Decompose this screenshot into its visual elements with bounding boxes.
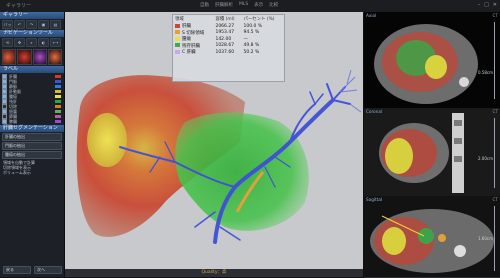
gallery-header[interactable]: ギャラリー (0, 12, 64, 19)
extract-portal-button[interactable]: 門脈の抽出 (2, 142, 62, 150)
sagittal-viewport[interactable]: Sagittal CT 1.60cm (364, 196, 500, 278)
legend-swatch (175, 43, 180, 48)
close-icon[interactable]: ✕ (493, 2, 497, 8)
axial-viewport[interactable]: Axial CT 0.58cm (364, 12, 500, 109)
label-color-swatch[interactable] (55, 100, 61, 103)
label-color-swatch[interactable] (55, 110, 61, 113)
legend-swatch (175, 49, 180, 54)
window-controls: – □ ✕ (478, 2, 497, 8)
coronal-ruler (494, 118, 498, 189)
measure-icon[interactable]: ⟷ (50, 38, 61, 47)
legend-header-row: 領域 容積 (ml) パーセント (%) (173, 15, 284, 23)
legend-region-label: 腫瘍 (182, 37, 191, 43)
maximize-icon[interactable]: □ (484, 2, 489, 8)
preset-thumb-2[interactable] (17, 49, 32, 65)
legend-region-cell: C 肝臓 (173, 49, 213, 56)
label-color-swatch[interactable] (55, 90, 61, 93)
next-button[interactable]: 次へ (34, 266, 62, 274)
sagittal-label: Sagittal (366, 197, 383, 202)
legend-percent-cell: 50.2 % (243, 49, 260, 55)
extract-liver-button[interactable]: 肝臓の抽出 (2, 133, 62, 141)
back-button[interactable]: バック (2, 20, 13, 34)
rotate-icon[interactable]: ⟲ (2, 38, 13, 47)
hepatic-vein-branches (339, 69, 362, 113)
coronal-viewport[interactable]: Coronal CT 2.00cm (364, 108, 500, 197)
tab-auto[interactable]: 自動 (200, 2, 209, 8)
label-color-swatch[interactable] (55, 75, 61, 78)
legend-row: C 肝臓 1037.60 50.2 % (173, 49, 284, 56)
redo-icon[interactable]: ↷ (26, 20, 37, 29)
pan-icon[interactable]: ✥ (14, 38, 25, 47)
sagittal-scale: 1.60cm (477, 236, 493, 241)
legend-swatch (175, 30, 180, 35)
preset-thumb-1[interactable] (2, 49, 17, 65)
legend-header-region: 領域 (175, 17, 184, 22)
minimize-icon[interactable]: – (478, 2, 481, 8)
toolbar-row: バック ↶ ↷ ▣ ▤ (0, 19, 64, 34)
segmentation-header[interactable]: 肝臓セグメンテーション (0, 125, 64, 132)
axial-scale: 0.58cm (477, 70, 493, 75)
bottom-buttons: 戻る 次へ (0, 265, 65, 275)
ct-viewports: Axial CT 0.58cm Coronal CT 2.00cm Sagitt… (364, 12, 500, 278)
legend-region-label: S 切除領域 (182, 30, 205, 36)
labels-header[interactable]: ラベル (0, 66, 64, 73)
quality-label: Quality：高 (201, 270, 227, 275)
tab-compare[interactable]: 比較 (269, 2, 278, 8)
save-icon[interactable]: ▣ (38, 20, 49, 29)
axial-ruler (494, 22, 498, 99)
coronal-mode: CT (492, 109, 498, 114)
tumor-region (87, 113, 127, 167)
label-color-swatch[interactable] (55, 80, 61, 83)
nav-tools-header[interactable]: ナビゲーションツール (0, 30, 64, 37)
preset-thumb-4[interactable] (47, 49, 62, 65)
axial-ct-image (374, 24, 478, 104)
label-list: 肝臓 門脈 静脈 肝動脈 腫瘍 残肝 切除 胆嚢 膵臓 脾臓 (0, 73, 64, 125)
preset-thumbnails (0, 48, 64, 66)
label-item-name: 脾臓 (9, 118, 17, 124)
legend-volume-cell: 1037.60 (215, 49, 235, 55)
layout-icon[interactable]: ▤ (50, 20, 61, 29)
legend-swatch (175, 36, 180, 41)
legend-region-label: 肝臓 (182, 24, 191, 30)
sagittal-mode: CT (492, 197, 498, 202)
extract-tumor-button[interactable]: 腫瘍の抽出 (2, 151, 62, 159)
window-level-icon[interactable]: ◐ (38, 38, 49, 47)
label-color-swatch[interactable] (55, 95, 61, 98)
legend-header-percent: パーセント (%) (243, 17, 275, 22)
legend-region-label: 残存肝臓 (182, 43, 200, 49)
left-panel: ギャラリー バック ↶ ↷ ▣ ▤ ナビゲーションツール ⟲ ✥ ⌕ ◐ ⟷ ラ… (0, 12, 65, 277)
legend-swatch (175, 23, 180, 28)
main-3d-view[interactable]: 領域 容積 (ml) パーセント (%) 肝臓 2066.27 100.0 % S 切… (65, 12, 363, 277)
sagittal-ruler (494, 206, 498, 271)
legend-body: 肝臓 2066.27 100.0 % S 切除領域 1953.47 94.5 % 腫瘍 142… (173, 23, 284, 56)
volume-legend: 領域 容積 (ml) パーセント (%) 肝臓 2066.27 100.0 % S 切… (172, 14, 285, 82)
zoom-icon[interactable]: ⌕ (26, 38, 37, 47)
ribbon-tabs: 自動 肝臓解析 MLS 表示 比較 (200, 2, 278, 8)
tab-mls[interactable]: MLS (239, 2, 248, 8)
nav-tools-row: ⟲ ✥ ⌕ ◐ ⟷ (0, 37, 64, 48)
coronal-ct-image (364, 108, 500, 196)
label-item[interactable]: 脾臓 (2, 119, 62, 124)
undo-icon[interactable]: ↶ (14, 20, 25, 29)
coronal-scale: 2.00cm (477, 156, 493, 161)
tab-liver-analysis[interactable]: 肝臓解析 (215, 2, 233, 8)
label-color-swatch[interactable] (55, 105, 61, 108)
legend-header-volume: 容積 (ml) (215, 17, 235, 22)
tab-display[interactable]: 表示 (254, 2, 263, 8)
axial-mode: CT (492, 13, 498, 18)
volume-display-label: ボリューム表示 (3, 170, 31, 175)
label-color-swatch[interactable] (55, 85, 61, 88)
preset-thumb-3[interactable] (32, 49, 47, 65)
render-quality-bar: Quality：高 (65, 269, 363, 277)
label-color-swatch[interactable] (55, 120, 61, 123)
app-title: ギャラリー (6, 3, 32, 9)
label-color-swatch[interactable] (55, 115, 61, 118)
label-checkbox[interactable] (2, 119, 7, 124)
legend-region-label: C 肝臓 (182, 50, 196, 56)
axial-label: Axial (366, 13, 377, 18)
coronal-label: Coronal (366, 109, 383, 114)
prev-button[interactable]: 戻る (3, 266, 31, 274)
